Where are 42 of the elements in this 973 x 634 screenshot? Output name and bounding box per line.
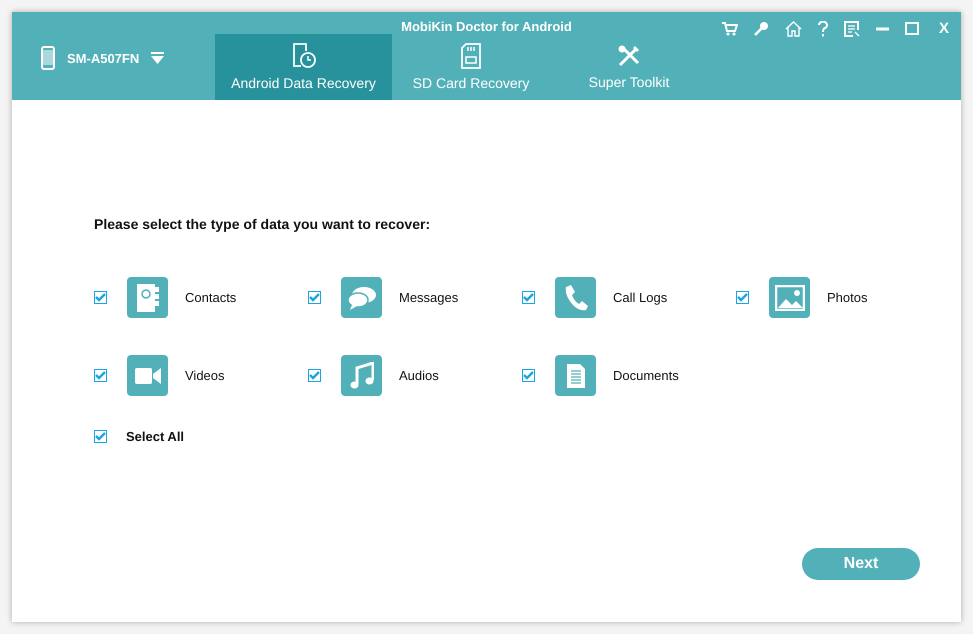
checkbox[interactable]	[308, 369, 321, 382]
minimize-icon[interactable]	[876, 26, 889, 30]
data-type-label: Photos	[827, 290, 868, 305]
checkbox[interactable]	[308, 291, 321, 304]
checkbox[interactable]	[522, 291, 535, 304]
tab[interactable]: SD Card Recovery	[392, 34, 550, 100]
data-type-label: Call Logs	[613, 290, 668, 305]
checkbox[interactable]	[522, 369, 535, 382]
home-icon[interactable]	[784, 20, 802, 36]
video-camera-icon	[134, 366, 160, 386]
data-type-label: Documents	[613, 368, 679, 383]
checkbox[interactable]	[94, 291, 107, 304]
data-type-label: Contacts	[185, 290, 236, 305]
image-icon	[774, 284, 804, 310]
checkbox[interactable]	[94, 369, 107, 382]
data-type-label: Videos	[185, 368, 225, 383]
key-icon[interactable]	[754, 21, 769, 36]
prompt-text: Please select the type of data you want to recover:	[94, 216, 432, 232]
address-book-icon	[134, 282, 160, 312]
music-note-icon	[350, 362, 374, 390]
dropdown-icon[interactable]	[151, 52, 164, 64]
window-title: MobiKin Doctor for Android	[401, 19, 572, 34]
sd-card-icon	[461, 43, 481, 69]
maximize-icon[interactable]	[904, 22, 919, 35]
chat-bubbles-icon	[346, 284, 376, 310]
checkbox[interactable]	[736, 291, 749, 304]
tab[interactable]: Android Data Recovery	[215, 34, 392, 100]
next-button[interactable]: Next	[802, 548, 920, 580]
phone-icon	[41, 46, 55, 70]
phone-clock-icon	[290, 43, 316, 69]
data-type-label: Messages	[399, 290, 458, 305]
tools-icon	[617, 44, 641, 68]
select-all-label: Select All	[126, 429, 184, 444]
tab[interactable]: Super Toolkit	[550, 34, 708, 100]
data-type-label: Audios	[399, 368, 439, 383]
device-name: SM-A507FN	[67, 50, 140, 66]
document-icon	[566, 362, 586, 388]
feedback-icon[interactable]	[844, 20, 860, 36]
cart-icon[interactable]	[722, 22, 738, 36]
help-icon[interactable]	[818, 20, 828, 36]
checkbox[interactable]	[94, 430, 107, 443]
close-button[interactable]: X	[934, 20, 953, 37]
